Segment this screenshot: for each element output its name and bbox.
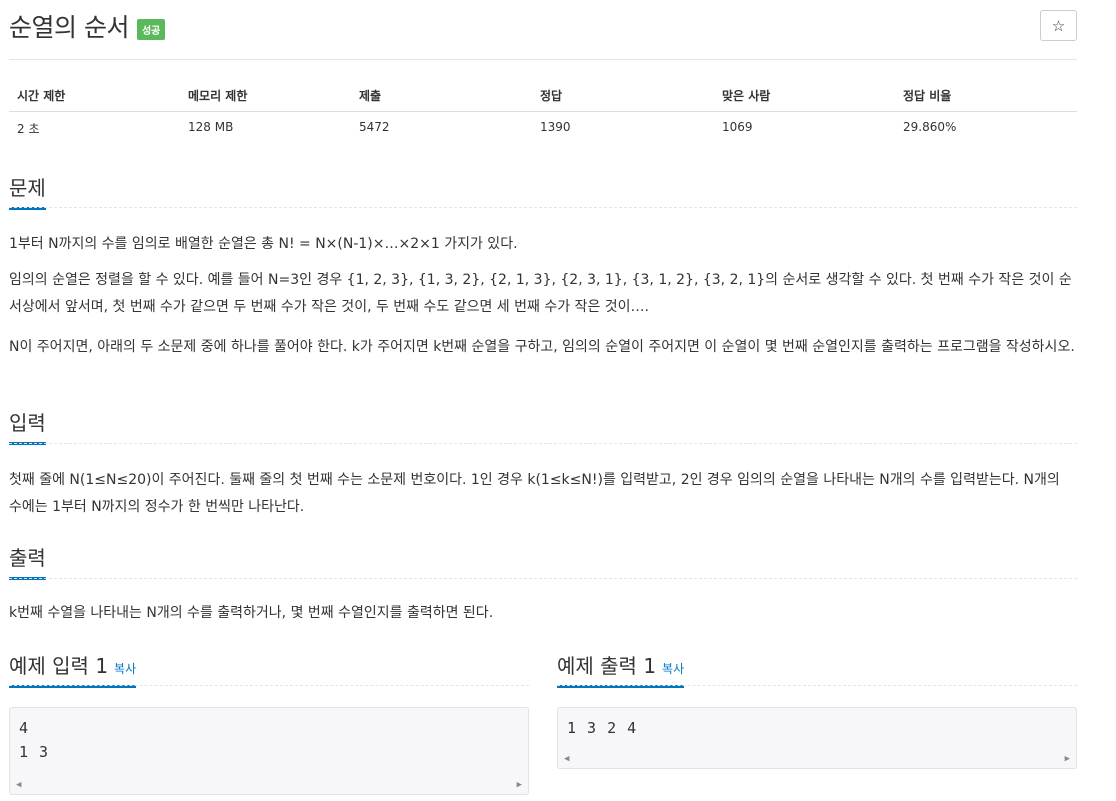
header-accepted: 정답 bbox=[540, 89, 563, 103]
star-button[interactable]: ☆ bbox=[1040, 10, 1077, 41]
divider bbox=[557, 685, 1077, 686]
horizontal-scrollbar[interactable]: ◀ ▶ bbox=[558, 750, 1076, 768]
problem-info-table: 시간 제한 메모리 제한 제출 정답 맞은 사람 정답 비율 2 초 128 M… bbox=[9, 59, 1077, 136]
copy-input-button[interactable]: 복사 bbox=[114, 662, 136, 676]
value-accepted: 1390 bbox=[540, 120, 571, 134]
problem-section-heading: 문제 bbox=[9, 172, 1077, 210]
sample-output-content: 1 3 2 4 bbox=[567, 719, 638, 737]
header-time-limit: 시간 제한 bbox=[17, 89, 66, 103]
value-submissions: 5472 bbox=[359, 120, 390, 134]
sample-output-box: 1 3 2 4 ◀ ▶ bbox=[557, 707, 1077, 769]
input-heading: 입력 bbox=[9, 407, 46, 445]
value-ratio: 29.860% bbox=[903, 120, 957, 134]
sample-input-content: 4 1 3 bbox=[19, 719, 50, 761]
divider bbox=[9, 578, 1077, 579]
horizontal-scrollbar[interactable]: ◀ ▶ bbox=[10, 776, 528, 794]
value-memory-limit: 128 MB bbox=[188, 120, 234, 134]
problem-title: 순열의 순서 bbox=[9, 13, 129, 42]
output-heading: 출력 bbox=[9, 542, 46, 580]
copy-output-button[interactable]: 복사 bbox=[662, 662, 684, 676]
scroll-left-icon[interactable]: ◀ bbox=[564, 754, 569, 764]
output-section-heading: 출력 bbox=[9, 542, 1077, 580]
sample-input-title: 예제 입력 1 bbox=[9, 654, 109, 678]
star-icon: ☆ bbox=[1051, 16, 1066, 35]
problem-heading: 문제 bbox=[9, 172, 46, 210]
scroll-left-icon[interactable]: ◀ bbox=[16, 780, 21, 790]
scroll-right-icon[interactable]: ▶ bbox=[517, 780, 522, 790]
value-time-limit: 2 초 bbox=[17, 122, 40, 136]
sample-output-title: 예제 출력 1 bbox=[557, 654, 657, 678]
input-section-heading: 입력 bbox=[9, 407, 1077, 445]
sample-output-title-wrap: 예제 출력 1 복사 bbox=[557, 650, 685, 688]
sample-input-heading: 예제 입력 1 복사 bbox=[9, 650, 529, 688]
sample-input-title-wrap: 예제 입력 1 복사 bbox=[9, 650, 137, 688]
divider bbox=[9, 207, 1077, 208]
sample-output-heading: 예제 출력 1 복사 bbox=[557, 650, 1077, 688]
header-solved-users: 맞은 사람 bbox=[722, 89, 771, 103]
title-row: 순열의 순서 성공 bbox=[9, 8, 166, 44]
divider bbox=[9, 685, 529, 686]
status-badge: 성공 bbox=[136, 18, 166, 40]
header-submissions: 제출 bbox=[359, 89, 382, 103]
value-solved-users: 1069 bbox=[722, 120, 753, 134]
sample-input-box: 4 1 3 ◀ ▶ bbox=[9, 707, 529, 795]
problem-paragraph-1: 1부터 N까지의 수를 임의로 배열한 순열은 총 N! = N×(N-1)×…… bbox=[9, 236, 518, 252]
divider bbox=[9, 443, 1077, 444]
header-memory-limit: 메모리 제한 bbox=[188, 89, 248, 103]
output-description: k번째 수열을 나타내는 N개의 수를 출력하거나, 몇 번째 수열인지를 출력… bbox=[9, 605, 494, 621]
problem-paragraph-3: N이 주어지면, 아래의 두 소문제 중에 하나를 풀어야 한다. k가 주어지… bbox=[9, 339, 1075, 355]
table-header-row: 시간 제한 메모리 제한 제출 정답 맞은 사람 정답 비율 bbox=[9, 78, 1077, 112]
problem-paragraph-2: 임의의 순열은 정렬을 할 수 있다. 예를 들어 N=3인 경우 {1, 2,… bbox=[9, 272, 1072, 315]
table-row: 2 초 128 MB 5472 1390 1069 29.860% bbox=[9, 112, 1077, 148]
input-description: 첫째 줄에 N(1≤N≤20)이 주어진다. 둘째 줄의 첫 번째 수는 소문제… bbox=[9, 472, 1060, 515]
header-ratio: 정답 비율 bbox=[903, 89, 952, 103]
scroll-right-icon[interactable]: ▶ bbox=[1065, 754, 1070, 764]
